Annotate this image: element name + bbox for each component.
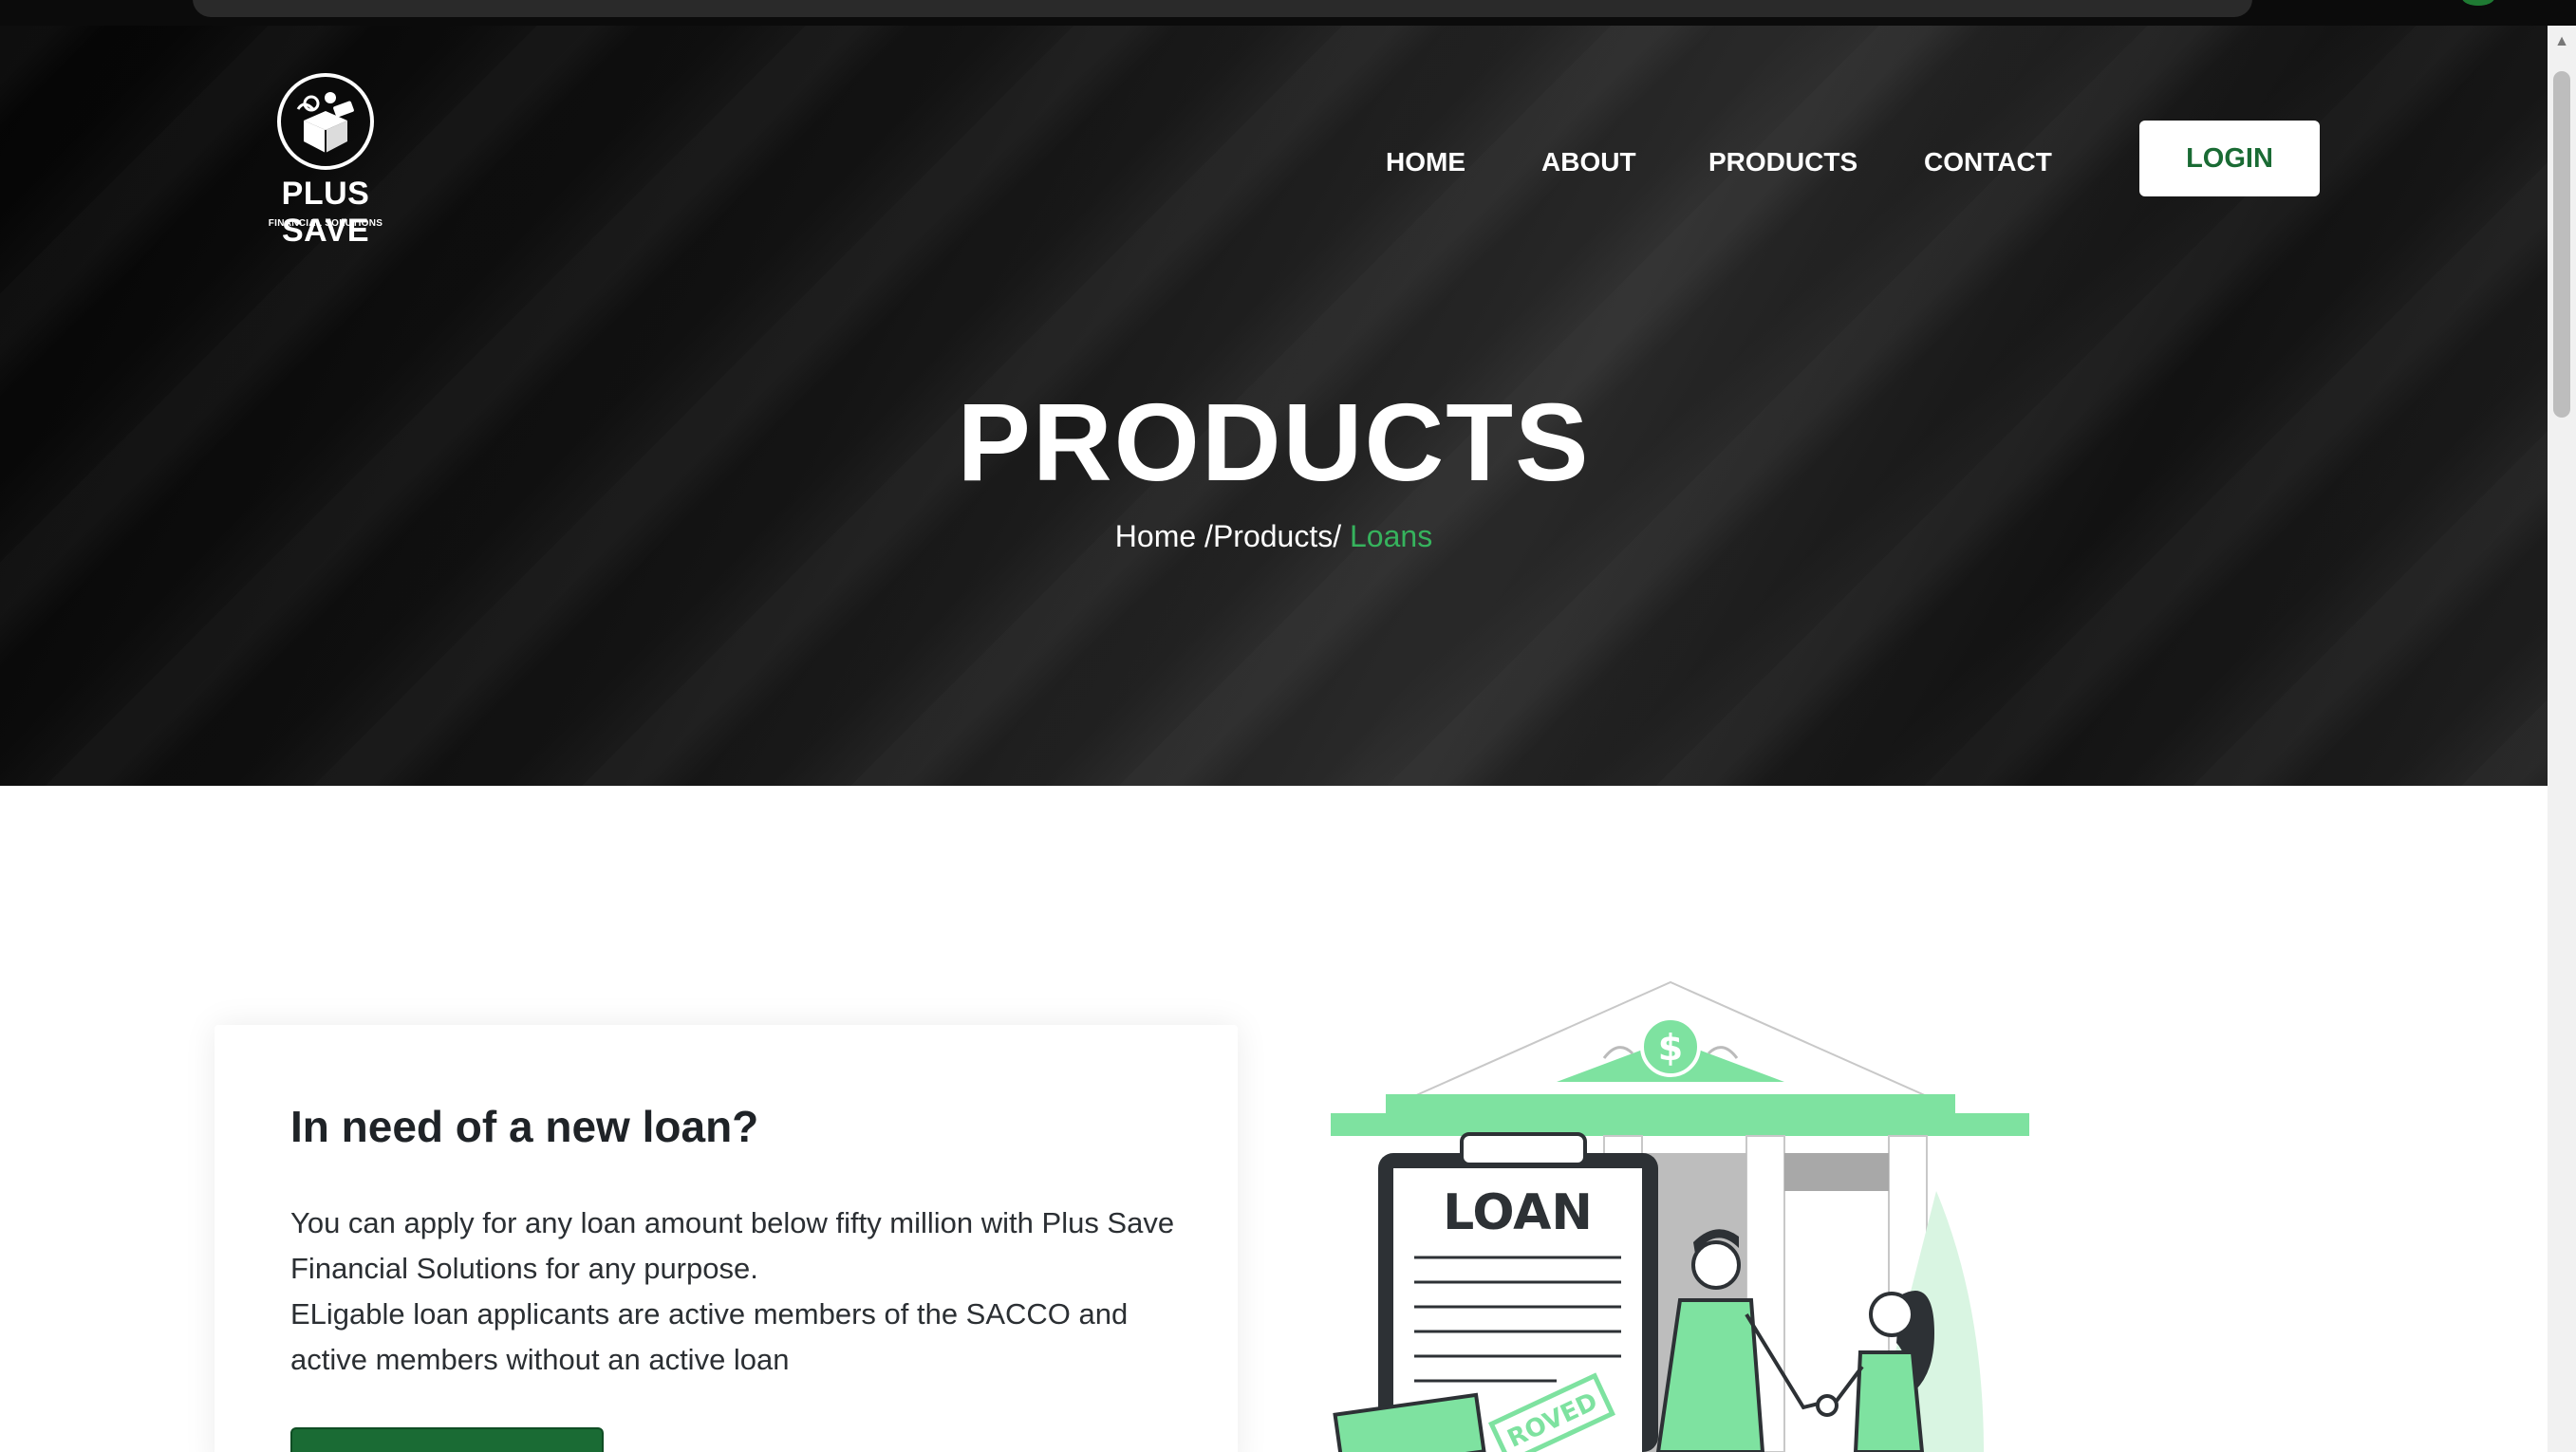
breadcrumb-products[interactable]: Products [1213, 519, 1333, 553]
browser-status-icon [2462, 0, 2494, 6]
loan-handshake-illustration: $ LOAN ROVED [1331, 980, 2029, 1452]
scroll-up-arrow-icon[interactable]: ▲ [2553, 33, 2570, 56]
breadcrumb-separator: / [1333, 519, 1350, 553]
businesswoman-figure [1821, 1291, 1934, 1452]
brand-name: PLUS SAVE [281, 176, 370, 249]
nav-contact[interactable]: CONTACT [1924, 147, 2052, 177]
nav-home[interactable]: HOME [1386, 147, 1465, 177]
scrollbar-thumb[interactable] [2553, 71, 2570, 418]
card-title: In need of a new loan? [290, 1102, 759, 1151]
apply-loan-button[interactable] [290, 1427, 604, 1452]
loan-info-card: In need of a new loan? You can apply for… [215, 1025, 1238, 1452]
money-box-icon [277, 73, 374, 170]
handshake-icon [1816, 1394, 1839, 1417]
breadcrumb-home[interactable]: Home [1115, 519, 1196, 553]
breadcrumb-separator: / [1196, 519, 1213, 553]
card-description: You can apply for any loan amount below … [290, 1201, 1183, 1383]
svg-text:$: $ [1658, 1027, 1683, 1069]
page-title: PRODUCTS [957, 381, 1591, 504]
breadcrumb-current: Loans [1350, 519, 1433, 553]
card-paragraph: ELigable loan applicants are active memb… [290, 1297, 1129, 1376]
nav-about[interactable]: ABOUT [1541, 147, 1636, 177]
brand-tagline: FINANCIAL SOLUTIONS [268, 218, 383, 229]
browser-top-bar [0, 0, 2576, 26]
login-button[interactable]: LOGIN [2139, 121, 2320, 196]
browser-address-bar[interactable] [193, 0, 2252, 17]
illustration-loan-label: LOAN [1443, 1184, 1593, 1241]
cash-bills-icon [1333, 1392, 1486, 1452]
breadcrumb: Home /Products/ Loans [0, 519, 2548, 554]
hero-banner: PLUS SAVE FINANCIAL SOLUTIONS HOME ABOUT… [0, 26, 2548, 786]
nav-products[interactable]: PRODUCTS [1708, 147, 1857, 177]
brand-logo[interactable]: PLUS SAVE FINANCIAL SOLUTIONS [235, 71, 416, 261]
card-paragraph: You can apply for any loan amount below … [290, 1206, 1175, 1285]
